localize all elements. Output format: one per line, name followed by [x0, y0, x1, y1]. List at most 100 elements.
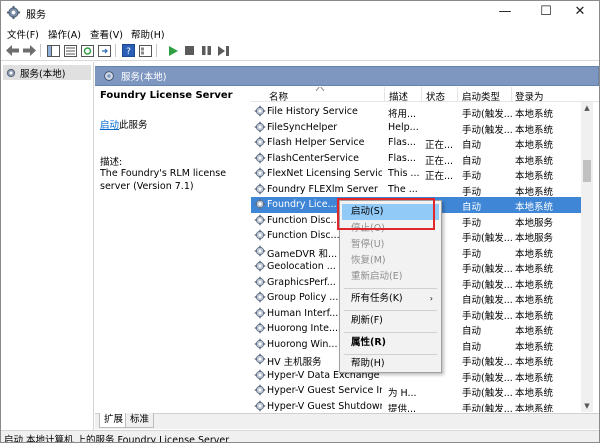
service-description-cell: 提供...	[388, 403, 417, 413]
service-startup-cell: 自动	[462, 326, 482, 337]
scroll-thumb[interactable]	[583, 160, 591, 182]
description-label: 描述:	[100, 157, 123, 168]
service-startup-cell: 手动(触发...	[462, 233, 513, 244]
service-gear-icon	[254, 369, 266, 380]
column-header-logon-as[interactable]: 登录为	[515, 89, 544, 103]
service-logon-cell: 本地系统	[515, 109, 554, 120]
service-startup-cell: 手动(触发...	[462, 310, 513, 322]
start-service-line: 启动此服务	[100, 117, 148, 131]
tab-standard[interactable]: 标准	[125, 413, 155, 428]
service-logon-cell: 本地系统	[515, 155, 554, 167]
service-name-cell: FlexNet Licensing Service	[267, 168, 382, 179]
service-gear-icon	[254, 105, 266, 117]
toolbar-separator	[40, 44, 41, 57]
service-name-cell: Hyper-V Guest Shutdown...	[267, 400, 382, 412]
close-button[interactable]: ✕	[560, 1, 599, 25]
minimize-button[interactable]: —	[485, 1, 525, 25]
table-row[interactable]: FlexNet Licensing Service This ... 正在... 手动…	[251, 166, 591, 182]
menu-item-all-tasks[interactable]: 所有任务(K) ›	[342, 291, 439, 307]
menu-item-resume[interactable]: 恢复(M)	[342, 253, 439, 269]
service-gear-icon	[254, 384, 266, 396]
vertical-scrollbar[interactable]: ▲ ▼	[581, 102, 593, 412]
menu-item-help[interactable]: 帮助(H)	[342, 356, 439, 372]
pause-icon[interactable]	[199, 43, 214, 58]
title-bar: 服务 — ☐ ✕	[1, 1, 599, 25]
service-logon-cell: 本地系统	[515, 388, 554, 399]
table-row[interactable]: Hyper-V Guest Service In... 为 H... 手动(触发..…	[251, 383, 591, 399]
details-view-icon[interactable]	[63, 43, 78, 58]
service-gear-icon	[254, 276, 266, 287]
selected-service-name: Foundry License Server	[100, 90, 233, 101]
service-startup-cell: 手动(触发...	[462, 264, 513, 275]
stop-icon[interactable]	[182, 43, 197, 58]
service-gear-icon	[254, 260, 266, 272]
service-startup-cell: 手动	[462, 248, 482, 260]
service-startup-cell: 手动(触发...	[462, 124, 513, 136]
service-logon-cell: 本地系统	[515, 140, 554, 151]
service-gear-icon	[254, 400, 266, 411]
column-header-status[interactable]: 状态	[426, 89, 445, 103]
table-row[interactable]: FlashCenterService Flas... 正在... 自动 本地系统	[251, 151, 591, 167]
service-description-cell: Help...	[388, 121, 419, 133]
service-gear-icon	[254, 322, 266, 334]
sort-ascending-icon	[316, 87, 324, 91]
menu-view[interactable]: 查看(V)	[90, 27, 123, 41]
refresh-icon[interactable]	[80, 43, 95, 58]
menu-file[interactable]: 文件(F)	[7, 27, 39, 41]
properties-icon[interactable]	[138, 43, 153, 58]
service-logon-cell: 本地系统	[515, 310, 554, 322]
menu-item-restart[interactable]: 重新启动(E)	[342, 269, 439, 285]
service-logon-cell: 本地系统	[515, 279, 554, 291]
play-icon[interactable]	[165, 43, 180, 58]
view-tabs: 扩展 标准	[95, 413, 599, 429]
column-header-name[interactable]: 名称	[269, 89, 288, 103]
table-row[interactable]: Hyper-V Guest Shutdown... 提供... 手动(触发... 本地…	[251, 399, 591, 413]
pane-header-title: 服务(本地)	[121, 72, 167, 83]
service-gear-icon	[254, 307, 266, 318]
start-service-suffix: 此服务	[119, 120, 148, 131]
menu-item-properties[interactable]: 属性(R)	[342, 335, 439, 351]
svg-text:?: ?	[126, 47, 131, 57]
scroll-down-arrow-icon[interactable]: ▼	[581, 400, 593, 412]
scroll-up-arrow-icon[interactable]: ▲	[581, 102, 593, 114]
service-description-cell: 为 H...	[388, 388, 417, 399]
table-row[interactable]: Foundry FLEXlm Server The ... 手动 本地系统	[251, 182, 591, 198]
tab-extended[interactable]: 扩展	[99, 413, 129, 428]
forward-arrow-icon[interactable]	[22, 43, 37, 58]
service-name-cell: Foundry FLEXlm Server	[267, 183, 378, 195]
services-gear-icon	[6, 5, 21, 20]
service-logon-cell: 本地系统	[515, 357, 554, 368]
table-row[interactable]: File History Service 将用... 手动(触发... 本地系统	[251, 104, 591, 120]
table-row[interactable]: FileSyncHelper Help... 手动(触发... 本地系统	[251, 120, 591, 136]
service-gear-icon	[254, 136, 266, 148]
service-startup-cell: 手动(触发...	[462, 403, 513, 413]
service-logon-cell: 本地服务	[515, 217, 554, 229]
service-gear-icon	[254, 353, 266, 365]
menu-item-pause[interactable]: 暂停(U)	[342, 237, 439, 253]
red-highlight-box	[337, 198, 435, 230]
menu-separator	[344, 332, 437, 333]
menu-item-refresh[interactable]: 刷新(F)	[342, 313, 439, 329]
table-row[interactable]: Flash Helper Service Flas... 正在... 自动 本地系统	[251, 135, 591, 151]
service-logon-cell: 本地系统	[515, 403, 554, 413]
menu-separator	[344, 288, 437, 289]
service-description-cell: This ...	[388, 168, 419, 179]
back-arrow-icon[interactable]	[5, 43, 20, 58]
service-gear-icon	[254, 291, 266, 303]
export-list-icon[interactable]	[97, 43, 112, 58]
column-header-description[interactable]: 描述	[389, 89, 408, 103]
menu-help[interactable]: 帮助(H)	[131, 27, 165, 41]
menu-action[interactable]: 操作(A)	[48, 27, 81, 41]
help-icon[interactable]: ?	[121, 43, 136, 58]
start-service-link[interactable]: 启动	[100, 120, 119, 131]
console-tree-icon[interactable]	[46, 43, 61, 58]
service-startup-cell: 自动(触发...	[462, 295, 513, 306]
column-header-startup-type[interactable]: 启动类型	[462, 89, 500, 103]
restart-icon[interactable]	[216, 43, 231, 58]
service-gear-icon	[254, 152, 266, 163]
service-logon-cell: 本地系统	[515, 202, 554, 213]
menu-bar: 文件(F) 操作(A) 查看(V) 帮助(H)	[1, 25, 599, 41]
service-gear-icon	[254, 338, 266, 349]
tree-item-services-local[interactable]: 服务(本地)	[3, 65, 91, 80]
service-gear-icon	[254, 183, 266, 194]
